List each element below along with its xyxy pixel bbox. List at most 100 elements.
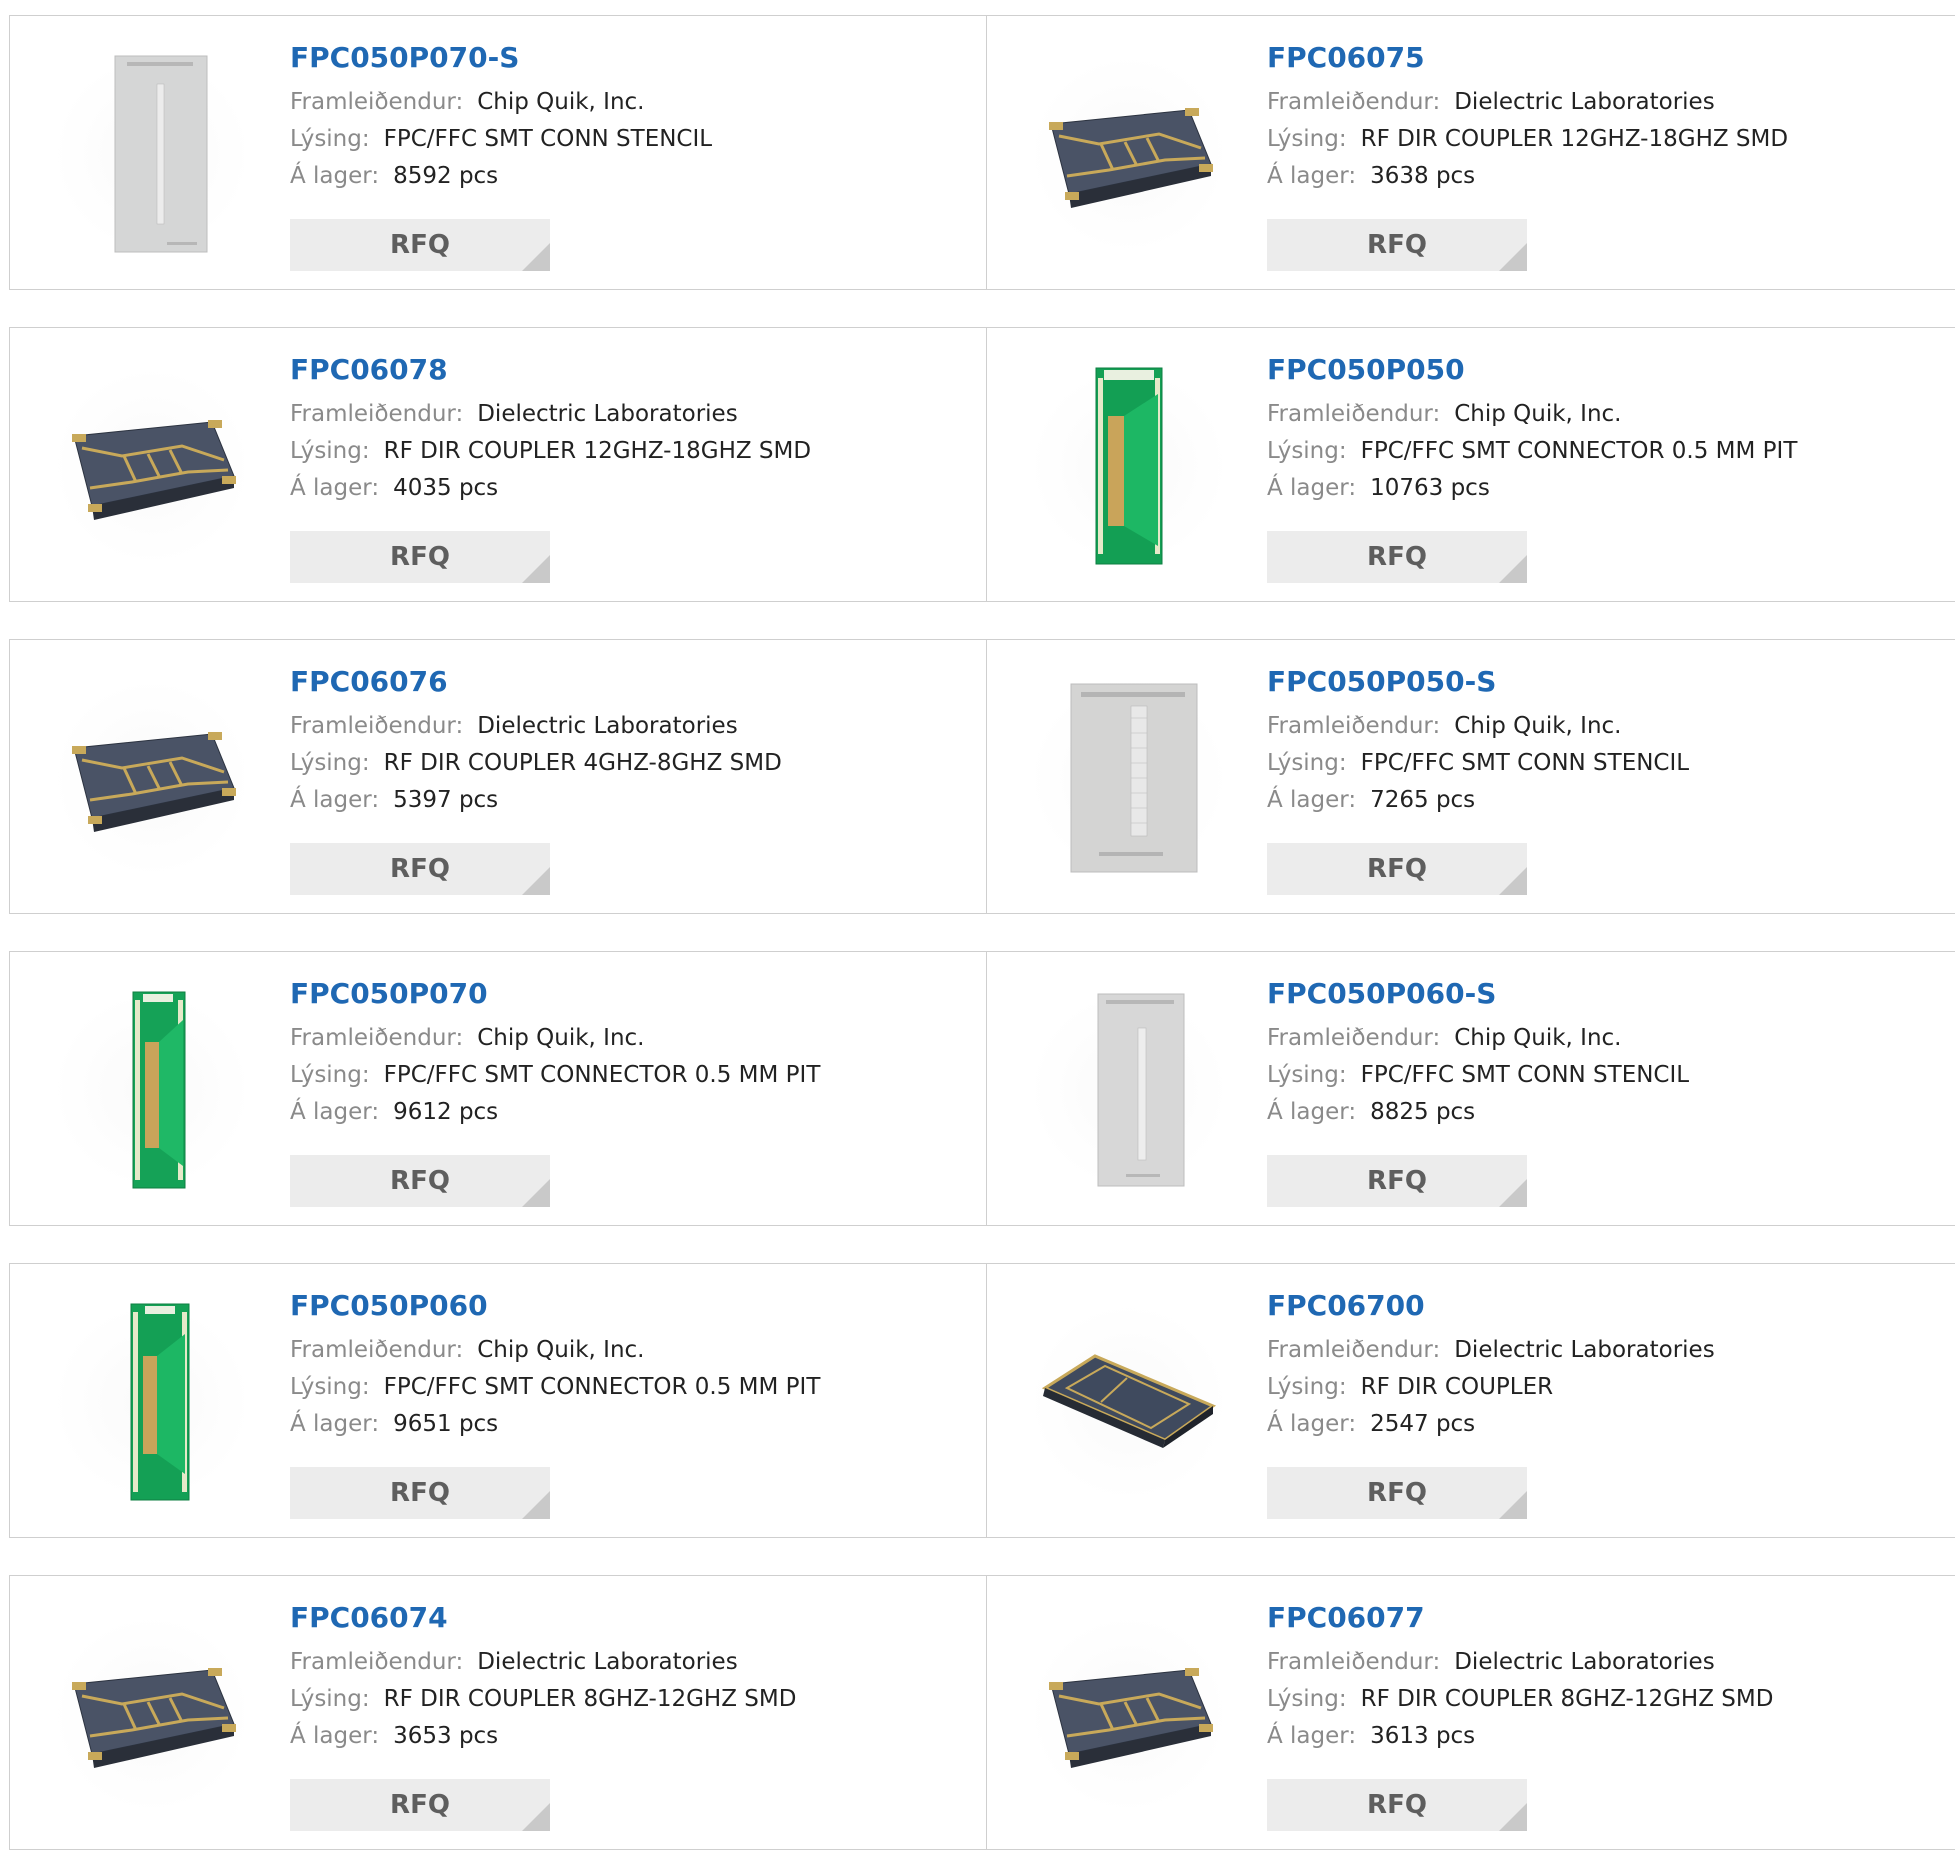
part-number-link[interactable]: FPC050P050-S — [1267, 668, 1951, 696]
description-label: Lýsing: — [290, 1062, 370, 1088]
stock-value: 9651 pcs — [393, 1411, 499, 1437]
product-card: FPC06074 Framleiðendur: Dielectric Labora… — [9, 1575, 987, 1850]
rfq-button[interactable]: RFQ — [1267, 1467, 1527, 1519]
description-value: RF DIR COUPLER 12GHZ-18GHZ SMD — [383, 438, 812, 464]
stock-label: Á lager: — [1267, 787, 1357, 813]
description-label: Lýsing: — [290, 438, 370, 464]
part-number-link[interactable]: FPC050P060-S — [1267, 980, 1951, 1008]
manufacturer-label: Framleiðendur: — [290, 89, 464, 115]
rfq-button[interactable]: RFQ — [1267, 1155, 1527, 1207]
rfq-label: RFQ — [390, 230, 450, 260]
manufacturer-value: Chip Quik, Inc. — [477, 1337, 645, 1363]
product-image[interactable] — [1029, 990, 1229, 1190]
part-number-link[interactable]: FPC050P060 — [290, 1292, 966, 1320]
product-card: FPC06075 Framleiðendur: Dielectric Labora… — [986, 15, 1955, 290]
stock-value: 7265 pcs — [1370, 787, 1476, 813]
rfq-button[interactable]: RFQ — [1267, 219, 1527, 271]
rfq-button[interactable]: RFQ — [290, 1467, 550, 1519]
description-label: Lýsing: — [290, 126, 370, 152]
manufacturer-value: Dielectric Laboratories — [1454, 89, 1715, 115]
stock-row: Á lager: 8825 pcs — [1267, 1100, 1951, 1124]
rfq-button[interactable]: RFQ — [1267, 531, 1527, 583]
description-row: Lýsing: RF DIR COUPLER 12GHZ-18GHZ SMD — [1267, 127, 1951, 151]
corner-triangle-icon — [522, 1491, 550, 1519]
rfq-label: RFQ — [390, 854, 450, 884]
rfq-button[interactable]: RFQ — [290, 1779, 550, 1831]
part-number-link[interactable]: FPC06074 — [290, 1604, 966, 1632]
description-value: FPC/FFC SMT CONNECTOR 0.5 MM PIT — [1360, 438, 1798, 464]
stock-value: 8592 pcs — [393, 163, 499, 189]
stock-row: Á lager: 9612 pcs — [290, 1100, 966, 1124]
stock-label: Á lager: — [1267, 1411, 1357, 1437]
product-image[interactable] — [52, 1302, 252, 1502]
corner-triangle-icon — [1499, 555, 1527, 583]
corner-triangle-icon — [1499, 1803, 1527, 1831]
product-info: FPC050P050-S Framleiðendur: Chip Quik, In… — [1267, 668, 1951, 895]
manufacturer-label: Framleiðendur: — [290, 401, 464, 427]
product-info: FPC050P070-S Framleiðendur: Chip Quik, In… — [290, 44, 966, 271]
part-number-link[interactable]: FPC050P070-S — [290, 44, 966, 72]
part-number-link[interactable]: FPC06076 — [290, 668, 966, 696]
manufacturer-value: Chip Quik, Inc. — [1454, 713, 1622, 739]
rfq-button[interactable]: RFQ — [290, 219, 550, 271]
part-number-link[interactable]: FPC050P050 — [1267, 356, 1951, 384]
rfq-button[interactable]: RFQ — [290, 1155, 550, 1207]
manufacturer-row: Framleiðendur: Chip Quik, Inc. — [290, 90, 966, 114]
description-row: Lýsing: RF DIR COUPLER 8GHZ-12GHZ SMD — [1267, 1687, 1951, 1711]
product-image[interactable] — [1029, 54, 1229, 254]
product-card: FPC050P060 Framleiðendur: Chip Quik, Inc.… — [9, 1263, 987, 1538]
rfq-button[interactable]: RFQ — [1267, 1779, 1527, 1831]
manufacturer-value: Chip Quik, Inc. — [1454, 401, 1622, 427]
rfq-label: RFQ — [1367, 542, 1427, 572]
description-row: Lýsing: RF DIR COUPLER — [1267, 1375, 1951, 1399]
product-card: FPC050P050 Framleiðendur: Chip Quik, Inc.… — [986, 327, 1955, 602]
product-image[interactable] — [52, 366, 252, 566]
rfq-button[interactable]: RFQ — [290, 531, 550, 583]
stock-label: Á lager: — [290, 787, 380, 813]
product-info: FPC050P050 Framleiðendur: Chip Quik, Inc.… — [1267, 356, 1951, 583]
stock-value: 10763 pcs — [1370, 475, 1490, 501]
rfq-label: RFQ — [1367, 854, 1427, 884]
product-image[interactable] — [1029, 1614, 1229, 1814]
stock-value: 3613 pcs — [1370, 1723, 1476, 1749]
stock-label: Á lager: — [1267, 1099, 1357, 1125]
product-image[interactable] — [1029, 366, 1229, 566]
corner-triangle-icon — [522, 1179, 550, 1207]
description-value: RF DIR COUPLER 8GHZ-12GHZ SMD — [1360, 1686, 1774, 1712]
product-card: FPC06076 Framleiðendur: Dielectric Labora… — [9, 639, 987, 914]
description-label: Lýsing: — [290, 1374, 370, 1400]
stock-label: Á lager: — [290, 475, 380, 501]
part-number-link[interactable]: FPC06075 — [1267, 44, 1951, 72]
product-card: FPC06077 Framleiðendur: Dielectric Labora… — [986, 1575, 1955, 1850]
stock-label: Á lager: — [1267, 1723, 1357, 1749]
stock-label: Á lager: — [290, 163, 380, 189]
corner-triangle-icon — [522, 867, 550, 895]
part-number-link[interactable]: FPC050P070 — [290, 980, 966, 1008]
stock-row: Á lager: 3638 pcs — [1267, 164, 1951, 188]
rfq-button[interactable]: RFQ — [1267, 843, 1527, 895]
stock-label: Á lager: — [290, 1099, 380, 1125]
product-image[interactable] — [1029, 678, 1229, 878]
product-image[interactable] — [52, 990, 252, 1190]
part-number-link[interactable]: FPC06077 — [1267, 1604, 1951, 1632]
rfq-label: RFQ — [1367, 230, 1427, 260]
manufacturer-label: Framleiðendur: — [290, 1337, 464, 1363]
rfq-button[interactable]: RFQ — [290, 843, 550, 895]
product-image[interactable] — [1029, 1302, 1229, 1502]
product-image[interactable] — [52, 54, 252, 254]
description-label: Lýsing: — [290, 750, 370, 776]
stock-row: Á lager: 4035 pcs — [290, 476, 966, 500]
manufacturer-label: Framleiðendur: — [1267, 1649, 1441, 1675]
product-image[interactable] — [52, 1614, 252, 1814]
part-number-link[interactable]: FPC06078 — [290, 356, 966, 384]
product-image[interactable] — [52, 678, 252, 878]
rfq-label: RFQ — [390, 542, 450, 572]
description-row: Lýsing: FPC/FFC SMT CONN STENCIL — [1267, 1063, 1951, 1087]
description-label: Lýsing: — [1267, 438, 1347, 464]
product-info: FPC050P060 Framleiðendur: Chip Quik, Inc.… — [290, 1292, 966, 1519]
description-value: FPC/FFC SMT CONN STENCIL — [1360, 750, 1690, 776]
rfq-label: RFQ — [1367, 1166, 1427, 1196]
manufacturer-row: Framleiðendur: Chip Quik, Inc. — [1267, 402, 1951, 426]
part-number-link[interactable]: FPC06700 — [1267, 1292, 1951, 1320]
stock-label: Á lager: — [290, 1411, 380, 1437]
